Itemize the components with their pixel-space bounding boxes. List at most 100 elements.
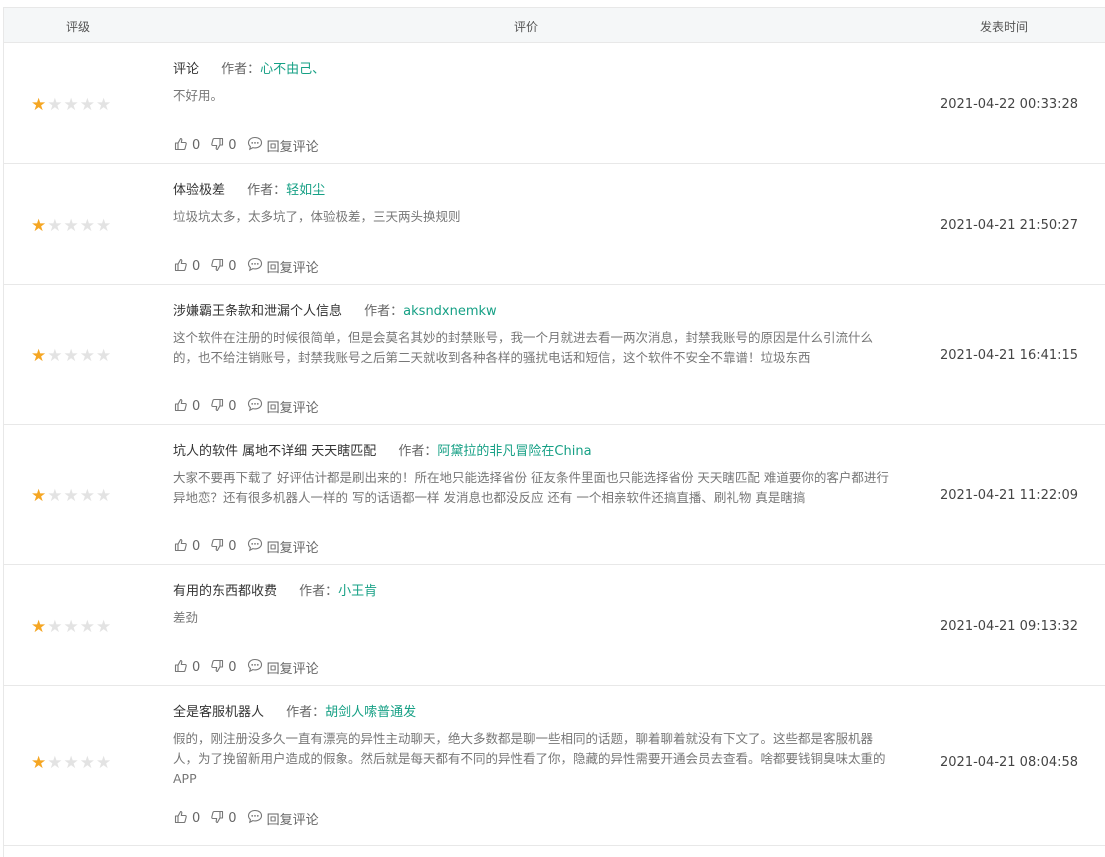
author-label: 作者： — [221, 62, 261, 77]
reply-button[interactable]: 回复评论 — [247, 136, 319, 155]
dislike-button[interactable]: 0 — [210, 810, 237, 828]
comment-icon — [247, 257, 267, 276]
review-title-line: 坑人的软件 属地不详细 天天瞎匹配 作者：阿黛拉的非凡冒险在China — [173, 440, 592, 459]
thumbs-down-icon — [210, 659, 228, 677]
star-filled-icon: ★ — [31, 753, 48, 773]
header-review: 评价 — [514, 20, 539, 34]
author-link[interactable]: 轻如尘 — [286, 183, 325, 198]
comment-icon — [247, 537, 267, 556]
thumbs-up-icon — [174, 659, 192, 677]
author-link[interactable]: 心不由己、 — [260, 62, 325, 77]
review-title: 有用的东西都收费 — [173, 584, 278, 599]
star-empty-icon: ★ — [96, 346, 113, 366]
star-empty-icon: ★ — [47, 216, 64, 236]
reply-label: 回复评论 — [266, 541, 319, 556]
star-empty-icon: ★ — [96, 617, 113, 637]
review-time: 2021-04-21 21:50:27 — [940, 218, 1079, 233]
like-count: 0 — [192, 660, 201, 675]
star-empty-icon: ★ — [96, 216, 113, 236]
comment-icon — [247, 397, 267, 416]
dislike-count: 0 — [228, 259, 237, 274]
review-title: 评论 — [173, 62, 200, 77]
like-button[interactable]: 0 — [174, 258, 200, 276]
dislike-count: 0 — [228, 811, 237, 826]
review-time: 2021-04-21 09:13:32 — [940, 619, 1079, 634]
like-button[interactable]: 0 — [174, 538, 200, 556]
thumbs-down-icon — [210, 137, 228, 155]
review-actions: 0 0 回复评论 — [174, 537, 329, 556]
thumbs-up-icon — [174, 258, 192, 276]
review-row: ★★★★★ 涉嫌霸王条款和泄漏个人信息 作者：aksndxnemkw 这个软件在… — [4, 285, 1105, 425]
author-label: 作者： — [364, 304, 404, 319]
star-empty-icon: ★ — [47, 617, 64, 637]
review-actions: 0 0 回复评论 — [174, 809, 329, 828]
review-title-line: 有用的东西都收费 作者：小王肯 — [173, 580, 377, 599]
review-row: ★★★★★ 全是客服机器人 作者：胡剑人嗦普通发 假的，刚注册没多久一直有漂亮的… — [4, 686, 1105, 846]
dislike-button[interactable]: 0 — [210, 538, 237, 556]
review-title-line: 涉嫌霸王条款和泄漏个人信息 作者：aksndxnemkw — [173, 300, 497, 319]
dislike-count: 0 — [228, 539, 237, 554]
like-count: 0 — [192, 811, 201, 826]
rating-stars: ★★★★★ — [31, 348, 112, 365]
like-count: 0 — [192, 539, 201, 554]
thumbs-up-icon — [174, 810, 192, 828]
star-empty-icon: ★ — [79, 617, 96, 637]
star-empty-icon: ★ — [63, 346, 80, 366]
reply-button[interactable]: 回复评论 — [247, 257, 319, 276]
review-list: ★★★★★ 评论 作者：心不由己、 不好用。 0 0 回复评论 2021-04-… — [4, 43, 1105, 846]
dislike-button[interactable]: 0 — [210, 258, 237, 276]
thumbs-up-icon — [174, 398, 192, 416]
author-link[interactable]: 小王肯 — [338, 584, 377, 599]
thumbs-down-icon — [210, 398, 228, 416]
review-row: ★★★★★ 坑人的软件 属地不详细 天天瞎匹配 作者：阿黛拉的非凡冒险在Chin… — [4, 425, 1105, 565]
star-empty-icon: ★ — [63, 617, 80, 637]
reply-button[interactable]: 回复评论 — [247, 397, 319, 416]
review-title-line: 评论 作者：心不由己、 — [173, 58, 325, 77]
star-filled-icon: ★ — [31, 216, 48, 236]
review-actions: 0 0 回复评论 — [174, 136, 329, 155]
like-count: 0 — [192, 399, 201, 414]
thumbs-up-icon — [174, 538, 192, 556]
review-title-line: 体验极差 作者：轻如尘 — [173, 179, 325, 198]
star-empty-icon: ★ — [63, 216, 80, 236]
like-button[interactable]: 0 — [174, 398, 200, 416]
review-content: 垃圾坑太多，太多坑了，体验极差，三天两头换规则 — [173, 209, 461, 224]
review-time: 2021-04-22 00:33:28 — [940, 97, 1079, 112]
rating-stars: ★★★★★ — [31, 488, 112, 505]
review-time: 2021-04-21 11:22:09 — [940, 488, 1079, 503]
star-filled-icon: ★ — [31, 95, 48, 115]
star-empty-icon: ★ — [63, 753, 80, 773]
comment-icon — [247, 658, 267, 677]
like-button[interactable]: 0 — [174, 137, 200, 155]
author-link[interactable]: aksndxnemkw — [403, 304, 497, 319]
thumbs-down-icon — [210, 258, 228, 276]
dislike-count: 0 — [228, 399, 237, 414]
dislike-count: 0 — [228, 138, 237, 153]
dislike-button[interactable]: 0 — [210, 398, 237, 416]
reply-button[interactable]: 回复评论 — [247, 537, 319, 556]
rating-stars: ★★★★★ — [31, 755, 112, 772]
author-link[interactable]: 胡剑人嗦普通发 — [325, 705, 416, 720]
star-empty-icon: ★ — [96, 95, 113, 115]
reply-label: 回复评论 — [266, 813, 319, 828]
review-title: 涉嫌霸王条款和泄漏个人信息 — [173, 304, 343, 319]
dislike-button[interactable]: 0 — [210, 137, 237, 155]
author-link[interactable]: 阿黛拉的非凡冒险在China — [437, 444, 591, 459]
star-empty-icon: ★ — [79, 753, 96, 773]
star-empty-icon: ★ — [47, 486, 64, 506]
star-empty-icon: ★ — [96, 753, 113, 773]
reply-button[interactable]: 回复评论 — [247, 658, 319, 677]
dislike-button[interactable]: 0 — [210, 659, 237, 677]
review-time: 2021-04-21 08:04:58 — [940, 755, 1079, 770]
like-count: 0 — [192, 138, 201, 153]
review-actions: 0 0 回复评论 — [174, 257, 329, 276]
review-time: 2021-04-21 16:41:15 — [940, 348, 1079, 363]
review-actions: 0 0 回复评论 — [174, 397, 329, 416]
reply-button[interactable]: 回复评论 — [247, 809, 319, 828]
author-label: 作者： — [286, 705, 326, 720]
like-button[interactable]: 0 — [174, 659, 200, 677]
star-empty-icon: ★ — [79, 346, 96, 366]
author-label: 作者： — [247, 183, 287, 198]
review-content: 差劲 — [173, 610, 199, 625]
like-button[interactable]: 0 — [174, 810, 200, 828]
